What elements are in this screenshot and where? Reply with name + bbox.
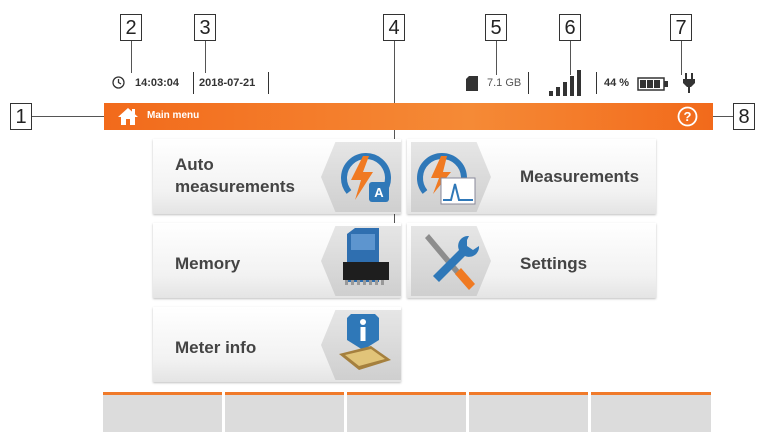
info-icon — [321, 310, 401, 380]
wrench-screwdriver-icon — [411, 226, 491, 296]
date-display: 2018-07-21 — [199, 77, 256, 89]
sd-card-icon — [466, 76, 478, 96]
svg-text:?: ? — [684, 109, 692, 124]
softkey-5[interactable] — [591, 392, 711, 432]
memory-label: Memory — [175, 254, 241, 273]
measurements-button[interactable]: Measurements — [407, 139, 656, 214]
measurements-label: Measurements — [520, 167, 640, 186]
callout-8: 8 — [733, 103, 755, 130]
measurements-icon — [411, 142, 491, 212]
softkey-4[interactable] — [469, 392, 588, 432]
separator — [268, 72, 269, 94]
svg-text:A: A — [374, 185, 384, 200]
callout-line-3 — [205, 41, 206, 73]
auto-measurement-icon: A — [321, 142, 401, 212]
softkey-3[interactable] — [347, 392, 466, 432]
help-icon[interactable]: ? — [677, 106, 698, 132]
callout-line-7 — [681, 41, 682, 75]
callout-5: 5 — [485, 14, 507, 41]
softkey-1[interactable] — [103, 392, 222, 432]
page-title: Main menu — [147, 110, 200, 121]
meter-info-button[interactable]: Meter info — [153, 307, 401, 382]
callout-7: 7 — [670, 14, 692, 41]
callout-line-1 — [32, 116, 110, 117]
settings-button[interactable]: Settings — [407, 223, 656, 298]
separator — [596, 72, 597, 94]
separator — [193, 72, 194, 94]
callout-3: 3 — [194, 14, 216, 41]
auto-measurements-label: Auto measurements — [175, 155, 296, 196]
auto-measurements-button[interactable]: Auto measurements A — [153, 139, 401, 214]
storage-display: 7.1 GB — [487, 77, 522, 89]
callout-line-2 — [131, 41, 132, 73]
clock-icon — [112, 76, 125, 94]
softkey-2[interactable] — [225, 392, 344, 432]
memory-card-icon — [321, 226, 401, 296]
callout-2: 2 — [120, 14, 142, 41]
battery-percent: 44 % — [604, 77, 630, 89]
signal-strength-icon — [549, 70, 583, 101]
time-display: 14:03:04 — [135, 77, 180, 89]
callout-1: 1 — [10, 103, 32, 130]
battery-icon — [637, 77, 669, 96]
power-plug-icon — [682, 73, 696, 98]
settings-label: Settings — [520, 254, 588, 273]
home-icon[interactable] — [117, 107, 139, 131]
separator — [528, 72, 529, 94]
callout-4: 4 — [383, 14, 405, 41]
header-bar: Main menu ? — [104, 103, 713, 130]
callout-line-5 — [496, 41, 497, 75]
memory-button[interactable]: Memory — [153, 223, 401, 298]
callout-6: 6 — [559, 14, 581, 41]
meter-info-label: Meter info — [175, 338, 257, 357]
softkey-bar — [103, 392, 711, 432]
